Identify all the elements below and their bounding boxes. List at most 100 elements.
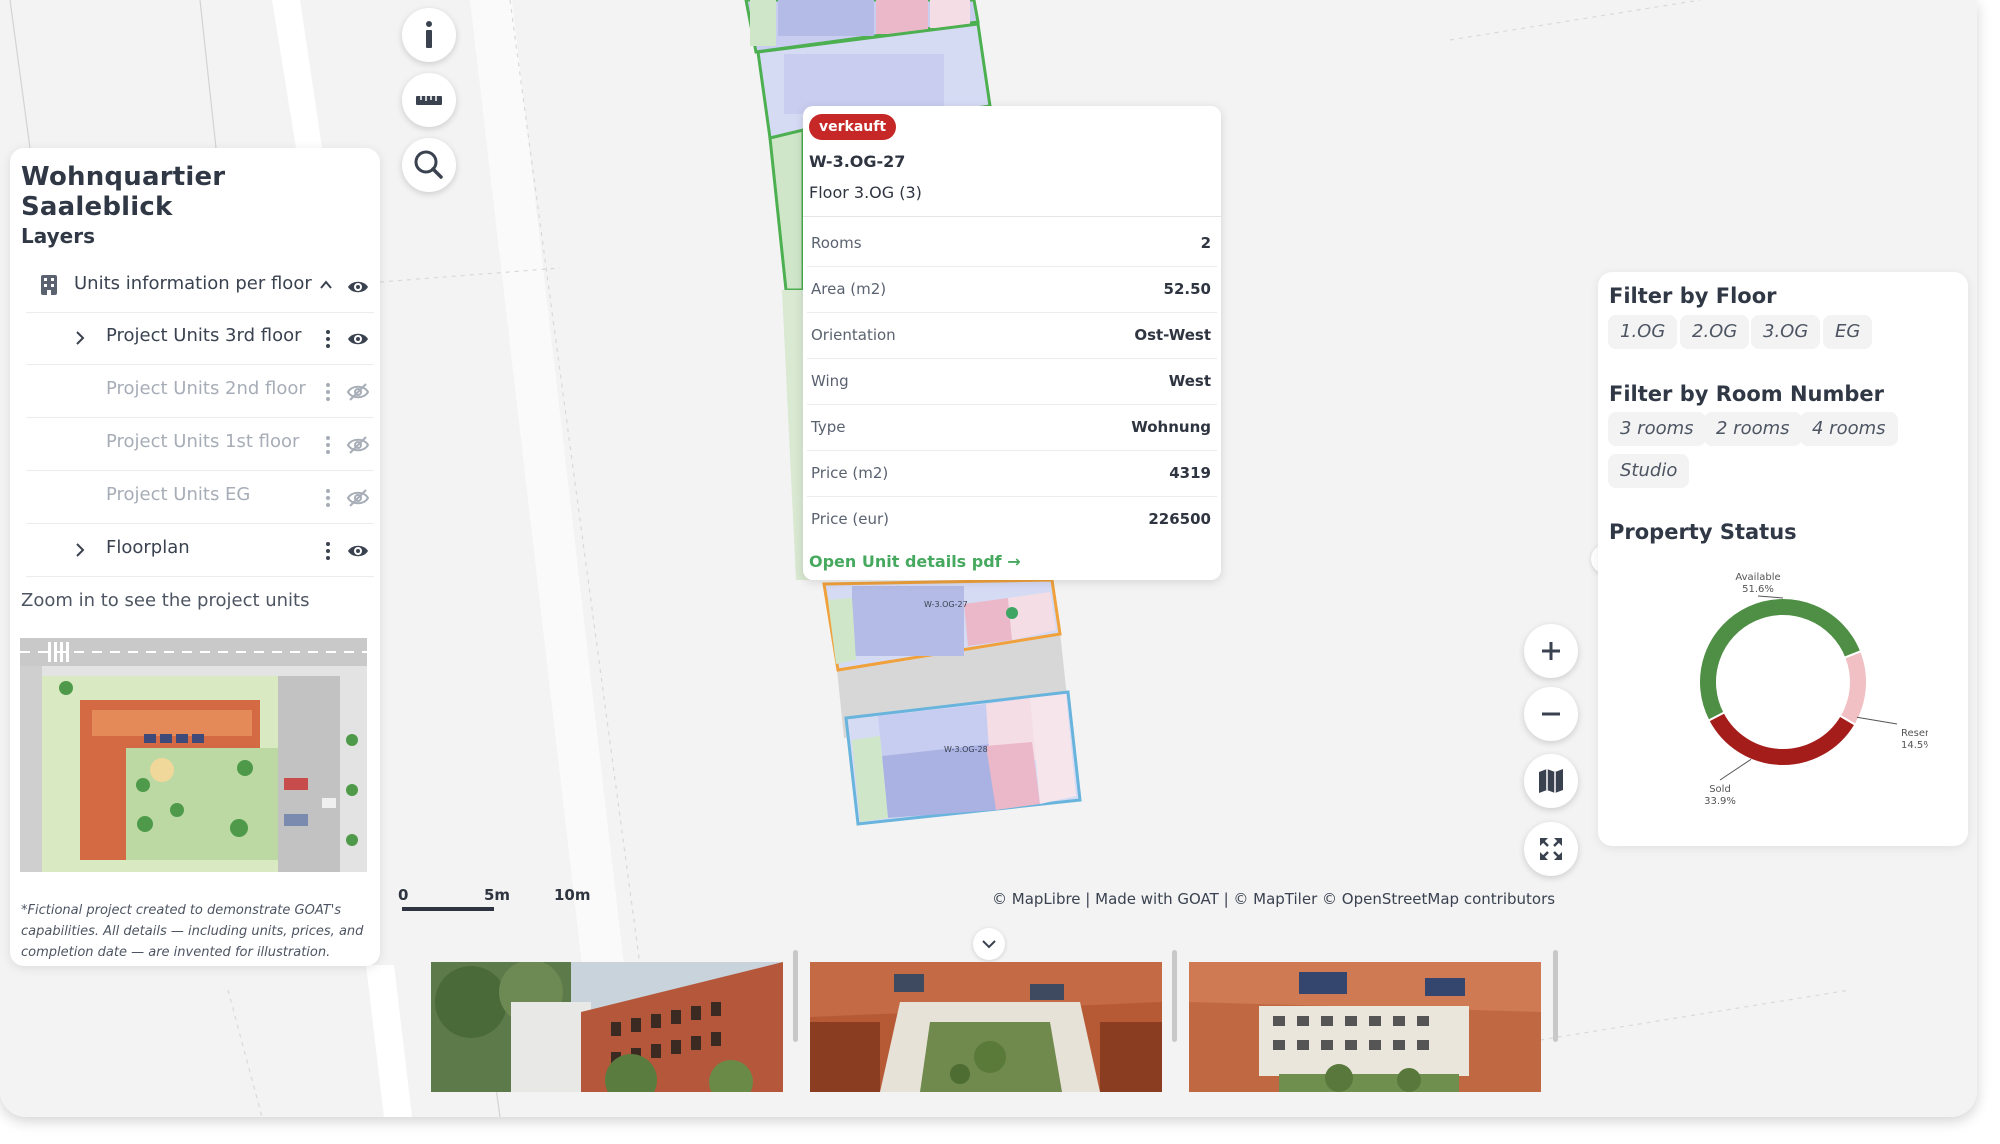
property-key: Area (m2) [811,280,887,298]
eye-off-icon[interactable] [346,381,370,403]
fullscreen-icon [1540,838,1562,860]
property-row-wing: Wing West [807,358,1217,405]
eye-icon[interactable] [346,276,370,298]
layer-label: Project Units 1st floor [106,431,300,452]
property-key: Price (eur) [811,510,889,528]
scale-tick: 5m [484,886,511,904]
map-unit-label: W-3.OG-27 [924,600,968,609]
property-row-type: Type Wohnung [807,404,1217,451]
property-row-area: Area (m2) 52.50 [807,266,1217,313]
basemap-button[interactable] [1524,754,1578,808]
layer-label: Units information per floor [74,273,312,294]
map-icon [1539,769,1563,793]
more-vertical-icon[interactable] [324,328,332,350]
layer-label: Project Units 2nd floor [106,378,306,399]
scale-tick: 0 [398,886,409,904]
eye-off-icon[interactable] [346,434,370,456]
property-value: Ost-West [1134,326,1211,344]
map-app: W-3.OG-27 W-3.OG-28 Wohnquartier Saalebl… [0,0,1977,1117]
layer-label: Floorplan [106,537,190,558]
gallery-image[interactable] [810,962,1162,1092]
property-key: Type [811,418,846,436]
search-button[interactable] [402,138,456,192]
chevron-down-icon [982,940,996,949]
minus-icon [1542,712,1560,716]
property-status-donut: Reserved14.5% Sold33.9% Available51.6% [1698,572,1928,807]
donut-leader-line [1856,716,1898,725]
property-row-orientation: Orientation Ost-West [807,312,1217,359]
property-status-heading: Property Status [1609,520,1797,544]
info-button[interactable] [402,8,456,62]
filter-panel: Filter by Floor 1.OG 2.OG 3.OG EG Filter… [1598,272,1968,846]
eye-off-icon[interactable] [346,487,370,509]
floor-chip[interactable]: 1.OG [1608,315,1678,349]
layer-floorplan[interactable]: Floorplan [26,524,374,577]
layer-label: Project Units EG [106,484,251,505]
info-icon [426,21,432,48]
chevron-up-icon[interactable] [318,278,334,292]
more-vertical-icon[interactable] [324,381,332,403]
donut-slice-sold[interactable] [1707,710,1857,767]
divider [803,216,1221,217]
layer-group-units-per-floor[interactable]: Units information per floor [26,260,374,313]
filter-floor-heading: Filter by Floor [1609,284,1777,308]
floor-chip[interactable]: EG [1823,315,1873,349]
property-row-rooms: Rooms 2 [807,220,1217,267]
project-title: Wohnquartier Saaleblick [21,162,226,222]
zoom-in-button[interactable] [1524,624,1578,678]
donut-slices [1698,597,1868,767]
property-key: Wing [811,372,849,390]
donut-label-name: Sold [1709,784,1731,795]
room-chip[interactable]: 4 rooms [1800,412,1898,446]
donut-label-percent: 14.5% [1901,740,1928,751]
unit-popup: verkauft W-3.OG-27 Floor 3.OG (3) Rooms … [803,106,1221,580]
chevron-right-icon[interactable] [72,330,88,346]
zoom-out-button[interactable] [1524,687,1578,741]
property-row-price-eur: Price (eur) 226500 [807,496,1217,542]
fullscreen-button[interactable] [1524,822,1578,876]
gallery-scrollbar[interactable] [1553,950,1558,1042]
property-value: 52.50 [1163,280,1211,298]
room-chip[interactable]: 3 rooms [1608,412,1706,446]
layer-project-units-eg[interactable]: Project Units EG [26,471,374,524]
disclaimer-text: *Fictional project created to demonstrat… [21,903,364,960]
scale-bar: 0 5m 10m [398,886,598,916]
eye-icon[interactable] [346,328,370,350]
property-value: 2 [1200,234,1211,252]
filter-room-heading: Filter by Room Number [1609,382,1884,406]
open-unit-pdf-link[interactable]: Open Unit details pdf → [809,552,1021,571]
gallery-scrollbar[interactable] [1172,950,1177,1042]
zoom-hint: Zoom in to see the project units [21,590,310,611]
more-vertical-icon[interactable] [324,434,332,456]
donut-slice-available[interactable] [1698,597,1863,722]
property-key: Rooms [811,234,862,252]
donut-slice-reserved[interactable] [1838,649,1868,727]
more-vertical-icon[interactable] [324,487,332,509]
more-vertical-icon[interactable] [324,540,332,562]
room-chip[interactable]: Studio [1608,454,1690,488]
gallery-toggle-button[interactable] [973,928,1005,960]
floor-chip[interactable]: 3.OG [1751,315,1821,349]
donut-label-name: Reserved [1901,728,1928,739]
map-attribution[interactable]: © MapLibre | Made with GOAT | © MapTiler… [992,890,1555,908]
floor-chip[interactable]: 2.OG [1680,315,1750,349]
scale-line [402,907,494,911]
eye-icon[interactable] [346,540,370,562]
gallery-scrollbar[interactable] [793,950,798,1042]
layers-heading: Layers [21,224,95,248]
property-value: 4319 [1169,464,1211,482]
layer-project-units-1st-floor[interactable]: Project Units 1st floor [26,418,374,471]
property-value: West [1168,372,1211,390]
search-icon [414,150,443,179]
property-row-price-m2: Price (m2) 4319 [807,450,1217,497]
room-chip[interactable]: 2 rooms [1704,412,1802,446]
unit-floor: Floor 3.OG (3) [809,183,922,202]
measure-button[interactable] [402,73,456,127]
chevron-right-icon[interactable] [72,542,88,558]
gallery-image[interactable] [431,962,783,1092]
layer-project-units-2nd-floor[interactable]: Project Units 2nd floor [26,365,374,418]
plus-icon [1542,642,1560,660]
layer-project-units-3rd-floor[interactable]: Project Units 3rd floor [26,312,374,365]
donut-label-percent: 33.9% [1704,796,1736,807]
gallery-image[interactable] [1189,962,1541,1092]
